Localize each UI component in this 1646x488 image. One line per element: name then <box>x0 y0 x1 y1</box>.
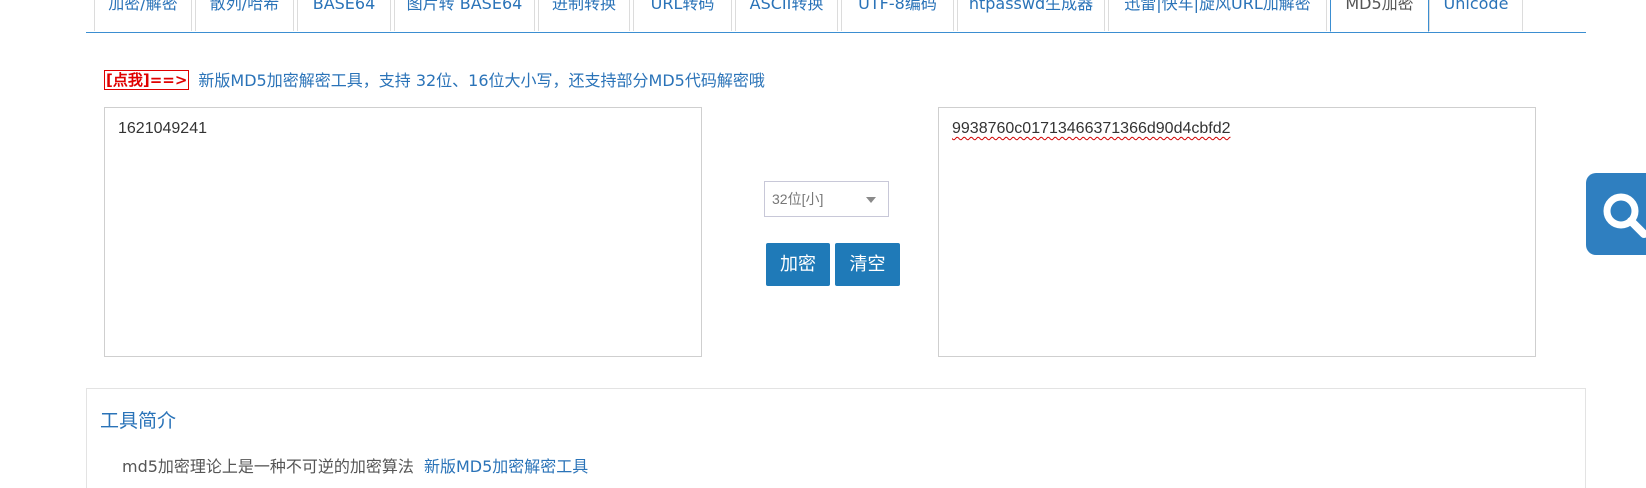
tab-encrypt-decrypt[interactable]: 加密/解密 <box>94 0 192 31</box>
tab-hash[interactable]: 散列/哈希 <box>195 0 294 31</box>
mode-select[interactable]: 32位[小] <box>764 181 889 217</box>
tab-label: 图片转 BASE64 <box>406 0 523 13</box>
tab-label: 迅雷|快车|旋风URL加解密 <box>1124 0 1311 13</box>
search-widget[interactable] <box>1586 173 1646 255</box>
input-textarea[interactable]: 1621049241 <box>104 107 702 357</box>
tab-label: ASCII转换 <box>749 0 824 13</box>
caret-down-icon <box>866 197 876 203</box>
encrypt-button[interactable]: 加密 <box>766 243 830 286</box>
tab-ascii[interactable]: ASCII转换 <box>735 0 838 31</box>
tab-label: UTF-8编码 <box>858 0 937 13</box>
click-me-badge[interactable]: [点我]==> <box>104 70 190 90</box>
tab-label: Unicode <box>1443 0 1509 13</box>
tab-label: 散列/哈希 <box>209 0 280 13</box>
hint-line: [点我]==> 新版MD5加密解密工具，支持 32位、16位大小写，还支持部分MD… <box>104 70 765 92</box>
tab-label: BASE64 <box>312 0 376 13</box>
tab-label: 加密/解密 <box>108 0 178 13</box>
search-icon <box>1603 193 1646 238</box>
tab-md5[interactable]: MD5加密 <box>1330 0 1429 32</box>
tab-thunder-url[interactable]: 迅雷|快车|旋风URL加解密 <box>1108 0 1327 31</box>
tab-label: MD5加密 <box>1345 0 1414 13</box>
tab-image-base64[interactable]: 图片转 BASE64 <box>394 0 535 31</box>
tab-base64[interactable]: BASE64 <box>297 0 391 31</box>
mode-select-value: 32位[小] <box>772 191 824 207</box>
new-md5-tool-link[interactable]: 新版MD5加密解密工具，支持 32位、16位大小写，还支持部分MD5代码解密哦 <box>198 71 764 90</box>
input-value: 1621049241 <box>118 120 207 137</box>
output-value: 9938760c01713466371366d90d4cbfd2 <box>952 120 1231 137</box>
tab-label: URL转码 <box>650 0 715 13</box>
intro-body-text: md5加密理论上是一种不可逆的加密算法 <box>122 457 414 476</box>
intro-body: md5加密理论上是一种不可逆的加密算法 新版MD5加密解密工具 <box>122 456 588 478</box>
tab-base-conversion[interactable]: 进制转换 <box>538 0 630 31</box>
tab-htpasswd[interactable]: htpasswd生成器 <box>957 0 1105 31</box>
intro-title: 工具简介 <box>100 410 177 432</box>
tab-label: htpasswd生成器 <box>968 0 1094 13</box>
tab-utf8[interactable]: UTF-8编码 <box>841 0 954 31</box>
tab-label: 进制转换 <box>551 0 616 13</box>
output-textarea[interactable]: 9938760c01713466371366d90d4cbfd2 <box>938 107 1536 357</box>
tab-bar: 加密/解密 散列/哈希 BASE64 图片转 BASE64 进制转换 URL转码… <box>86 0 1586 33</box>
intro-panel: 工具简介 md5加密理论上是一种不可逆的加密算法 新版MD5加密解密工具 <box>86 388 1586 488</box>
tab-unicode[interactable]: Unicode <box>1429 0 1523 31</box>
tab-url-encode[interactable]: URL转码 <box>633 0 732 31</box>
clear-button[interactable]: 清空 <box>835 243 900 286</box>
intro-new-tool-link[interactable]: 新版MD5加密解密工具 <box>424 457 588 476</box>
